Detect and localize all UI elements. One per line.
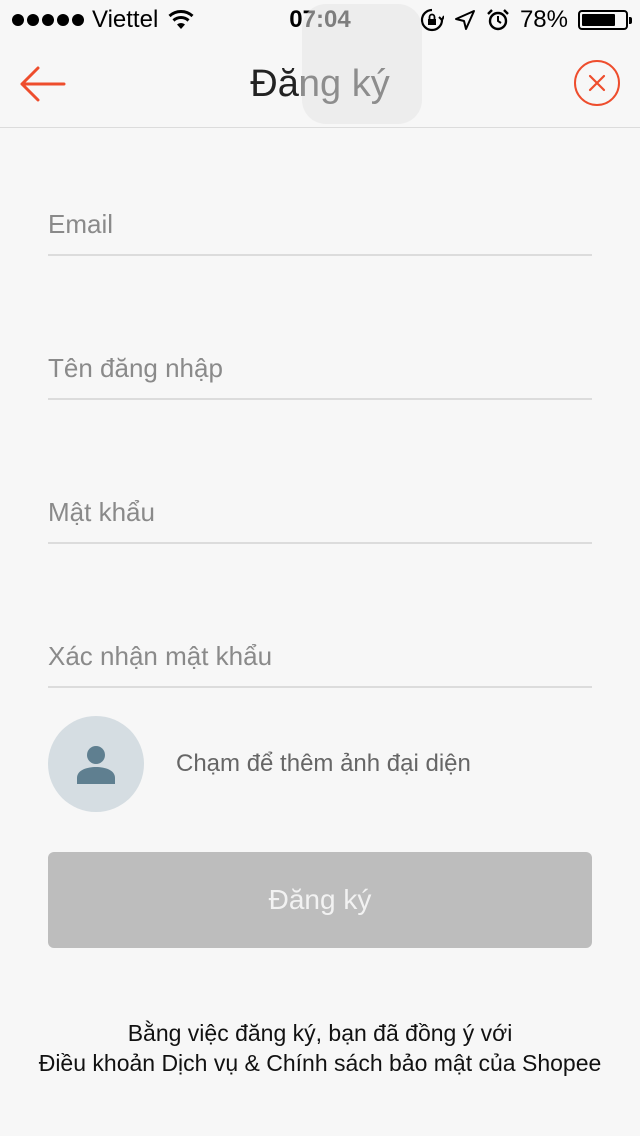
avatar-picker[interactable]: Chạm để thêm ảnh đại diện (48, 716, 592, 812)
username-input[interactable] (48, 340, 592, 396)
nav-bar: Đăng ký (0, 40, 640, 128)
terms-line-2[interactable]: Điều khoản Dịch vụ & Chính sách bảo mật … (0, 1048, 640, 1078)
battery-fill (582, 14, 615, 26)
avatar-label: Chạm để thêm ảnh đại diện (176, 750, 471, 777)
terms-line-1: Bằng việc đăng ký, bạn đã đồng ý với (127, 1020, 513, 1046)
register-button[interactable]: Đăng ký (48, 852, 592, 948)
page-title: Đăng ký (250, 63, 390, 105)
confirm-password-input[interactable] (48, 628, 592, 684)
terms-text: Bằng việc đăng ký, bạn đã đồng ý với Điề… (0, 1018, 640, 1078)
status-right: 78% (420, 6, 632, 34)
password-input[interactable] (48, 484, 592, 540)
username-field (48, 340, 592, 400)
close-button[interactable] (574, 60, 620, 106)
close-icon (588, 74, 606, 92)
location-icon (454, 10, 475, 30)
person-icon (77, 746, 115, 784)
email-field (48, 196, 592, 256)
battery-icon (578, 10, 632, 30)
rotation-lock-icon (420, 8, 444, 32)
status-bar: Viettel 07:04 78% (0, 0, 640, 40)
battery-percent: 78% (519, 6, 568, 33)
avatar[interactable] (48, 716, 144, 812)
password-field (48, 484, 592, 544)
confirm-password-field (48, 628, 592, 688)
alarm-icon (487, 9, 509, 31)
email-input[interactable] (48, 196, 592, 252)
